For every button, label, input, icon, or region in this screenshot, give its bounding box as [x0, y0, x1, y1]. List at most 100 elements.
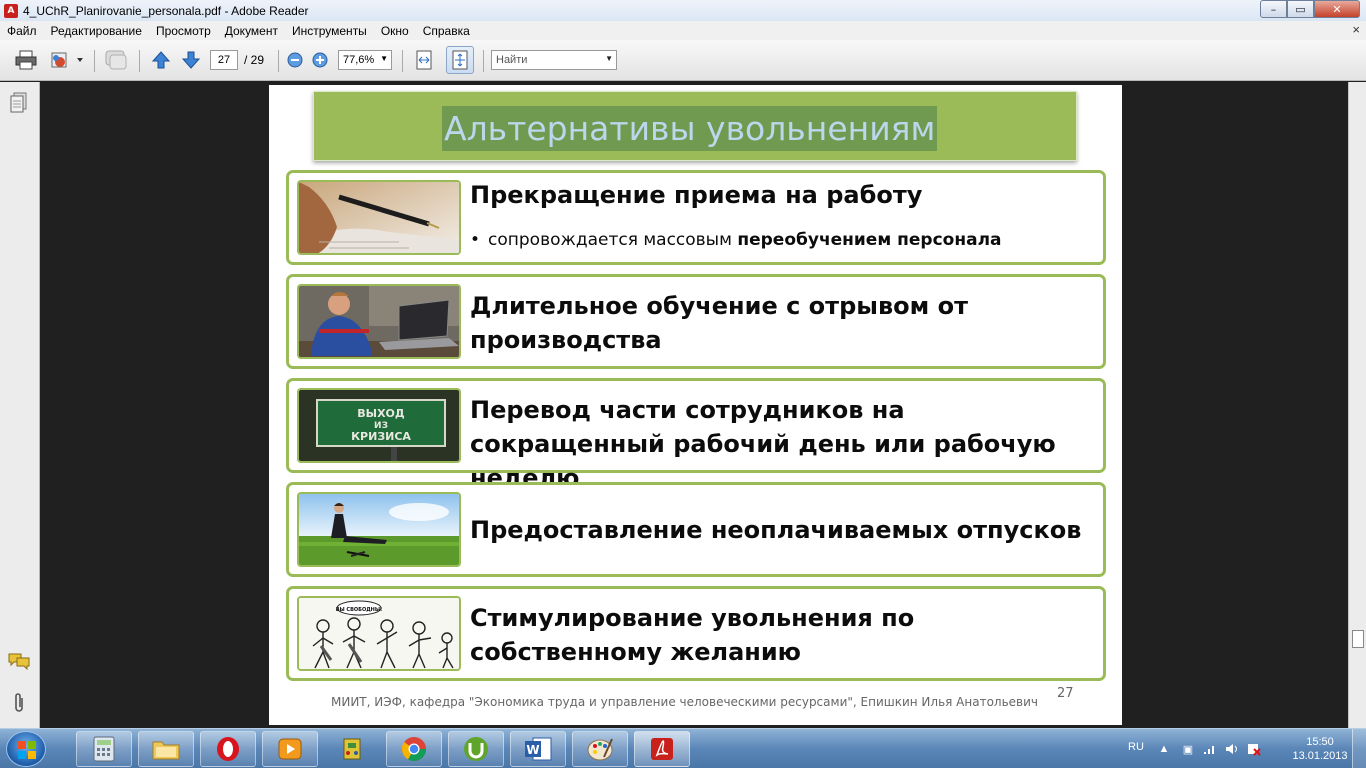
device-icon[interactable]: ▣ — [1180, 741, 1196, 757]
toolbar-separator — [94, 50, 95, 72]
comments-icon — [8, 653, 30, 670]
pages-panel-button[interactable] — [8, 92, 30, 114]
minimize-button[interactable]: – — [1260, 0, 1287, 18]
close-button[interactable]: ✕ — [1314, 0, 1360, 18]
cartoon-dismissal-image: ВЫ СВОБОДНЫ! — [297, 596, 461, 671]
pdf-page: Альтернативы увольнениям Прекращение при… — [269, 85, 1122, 725]
clock-time: 15:50 — [1306, 736, 1334, 748]
opera-icon — [217, 737, 239, 761]
game-icon — [343, 738, 361, 760]
arrow-down-icon — [181, 51, 201, 69]
zoom-in-button[interactable] — [310, 48, 330, 72]
attachments-panel-button[interactable] — [8, 692, 30, 714]
toolbar-separator — [278, 50, 279, 72]
taskbar-opera[interactable] — [200, 731, 256, 767]
toolbar-separator — [139, 50, 140, 72]
zoom-select[interactable]: 77,6% ▼ — [338, 50, 392, 70]
utorrent-icon — [464, 737, 488, 761]
show-hidden-icons-button[interactable]: ▲ — [1156, 741, 1172, 757]
zoom-value: 77,6% — [343, 54, 375, 66]
show-desktop-button[interactable] — [1352, 729, 1366, 768]
fit-width-button[interactable] — [412, 48, 436, 72]
comment-button[interactable] — [102, 48, 130, 72]
vertical-scrollbar[interactable] — [1348, 82, 1366, 728]
menu-help[interactable]: Справка — [416, 24, 477, 38]
next-page-button[interactable] — [178, 48, 204, 72]
sign-text-line: КРИЗИСА — [351, 430, 411, 443]
bullet-bold-text: переобучением персонала — [737, 230, 1002, 250]
menu-tools[interactable]: Инструменты — [285, 24, 374, 38]
fit-page-button[interactable] — [446, 46, 474, 74]
media-player-icon — [278, 738, 302, 760]
chevron-down-icon: ▼ — [605, 54, 613, 63]
window-title: 4_UChR_Planirovanie_personala.pdf - Adob… — [23, 3, 309, 18]
taskbar-explorer[interactable] — [138, 731, 194, 767]
item-title: Стимулирование увольнения по собственном… — [470, 604, 915, 666]
search-placeholder: Найти — [496, 54, 528, 66]
menu-edit[interactable]: Редактирование — [44, 24, 149, 38]
slide-item: ВЫХОД ИЗ КРИЗИСА Перевод части сотрудник… — [286, 378, 1106, 492]
sign-text-line: ВЫХОД — [357, 407, 405, 420]
document-close-button[interactable]: × — [1352, 22, 1360, 37]
arrow-up-icon — [151, 51, 171, 69]
slide-item: Прекращение приема на работу • сопровожда… — [286, 170, 1106, 265]
item-title: Длительное обучение с отрывом от произво… — [470, 292, 968, 354]
toolbar-separator — [402, 50, 403, 72]
action-center-icon[interactable] — [1246, 741, 1262, 757]
word-icon: W — [525, 737, 552, 761]
volume-icon[interactable] — [1224, 741, 1240, 757]
bullet-dot: • — [470, 230, 481, 250]
zoom-out-button[interactable] — [285, 48, 305, 72]
student-laptop-image — [297, 284, 461, 359]
bullet-text: сопровождается массовым — [488, 230, 738, 250]
taskbar-adobe-reader[interactable] — [634, 731, 690, 767]
share-button[interactable] — [48, 48, 86, 72]
taskbar-word[interactable]: W — [510, 731, 566, 767]
taskbar-game[interactable] — [324, 731, 380, 767]
slide-footer: МИИТ, ИЭФ, кафедра "Экономика труда и уп… — [331, 695, 1039, 709]
item-bullet: • сопровождается массовым переобучением п… — [470, 230, 1002, 250]
start-button[interactable] — [6, 731, 46, 767]
search-input[interactable]: Найти ▼ — [491, 50, 617, 70]
fit-width-icon — [416, 50, 432, 70]
chevron-down-icon: ▼ — [380, 54, 388, 63]
woman-on-grass-image — [297, 492, 461, 567]
page-number-input[interactable]: 27 — [210, 50, 238, 70]
maximize-button[interactable]: ▭ — [1287, 0, 1314, 18]
taskbar-paint[interactable] — [572, 731, 628, 767]
item-title: Перевод части сотрудников на сокращенный… — [470, 396, 1056, 492]
comments-panel-button[interactable] — [8, 650, 30, 672]
printer-icon — [15, 50, 37, 70]
taskbar-media-player[interactable] — [262, 731, 318, 767]
previous-page-button[interactable] — [148, 48, 174, 72]
adobe-reader-icon: A — [4, 3, 18, 18]
menu-file[interactable]: Файл — [0, 24, 44, 38]
navigation-pane — [0, 82, 40, 728]
window-titlebar: A 4_UChR_Planirovanie_personala.pdf - Ad… — [0, 0, 1366, 21]
clock-date: 13.01.2013 — [1292, 750, 1348, 762]
menu-view[interactable]: Просмотр — [149, 24, 218, 38]
slide-title: Альтернативы увольнениям — [442, 106, 938, 151]
page-total-label: / 29 — [244, 53, 265, 67]
network-signal-icon[interactable] — [1202, 741, 1218, 757]
scrollbar-thumb[interactable] — [1352, 630, 1364, 648]
share-icon — [51, 52, 83, 68]
taskbar-chrome[interactable] — [386, 731, 442, 767]
slide-item: Длительное обучение с отрывом от произво… — [286, 274, 1106, 369]
menu-document[interactable]: Документ — [218, 24, 285, 38]
language-indicator[interactable]: RU — [1128, 741, 1144, 753]
slide-title-banner: Альтернативы увольнениям — [313, 91, 1077, 161]
item-title: Прекращение приема на работу — [470, 181, 923, 209]
document-viewport[interactable]: Альтернативы увольнениям Прекращение при… — [41, 82, 1348, 728]
pages-icon — [10, 92, 27, 113]
taskbar-utorrent[interactable] — [448, 731, 504, 767]
cartoon-speech-text: ВЫ СВОБОДНЫ! — [336, 607, 383, 613]
clock[interactable]: 15:50 13.01.2013 — [1290, 735, 1350, 763]
windows-logo-icon — [18, 741, 36, 759]
menu-window[interactable]: Окно — [374, 24, 416, 38]
print-button[interactable] — [12, 48, 40, 72]
taskbar-calculator[interactable] — [76, 731, 132, 767]
svg-text:W: W — [526, 743, 539, 757]
paperclip-icon — [15, 693, 23, 712]
zoom-out-icon — [287, 52, 303, 68]
